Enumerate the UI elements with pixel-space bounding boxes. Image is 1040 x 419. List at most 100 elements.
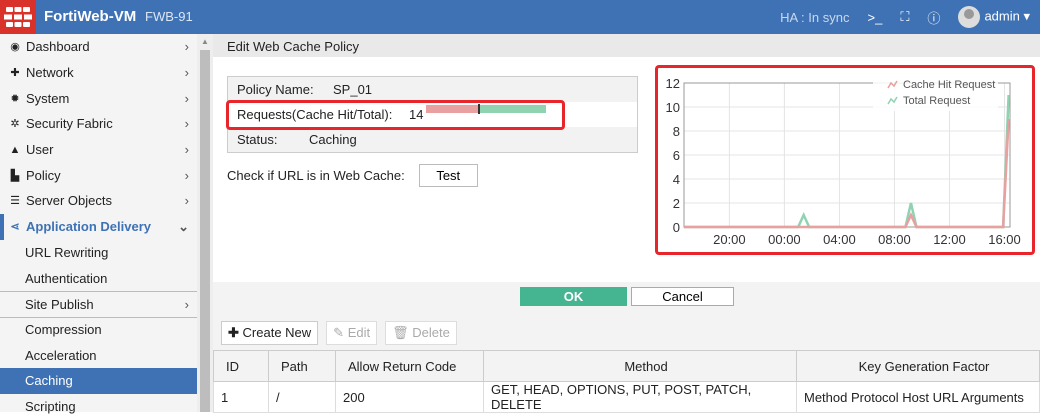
edit-label: Edit — [347, 325, 371, 340]
x-tick-label: 16:00 — [988, 232, 1021, 247]
pencil-icon: ✎ — [333, 325, 345, 340]
ha-label: HA : — [780, 9, 805, 25]
user-menu[interactable]: admin ▾ — [958, 6, 1030, 28]
fullscreen-icon[interactable]: ⛶ — [900, 9, 909, 25]
cell-path: / — [268, 381, 336, 413]
sidebar-item-security-fabric[interactable]: ✲ Security Fabric › — [0, 111, 197, 137]
delete-label: Delete — [412, 325, 450, 340]
chevron-right-icon: › — [184, 193, 189, 209]
y-tick-label: 0 — [673, 220, 680, 235]
sidebar-item-authentication[interactable]: Authentication — [0, 265, 197, 291]
help-icon[interactable]: ⓘ — [927, 8, 940, 27]
fabric-icon: ✲ — [10, 118, 20, 131]
chevron-right-icon: › — [184, 65, 189, 81]
cell-return-code: 200 — [335, 381, 484, 413]
column-header-method[interactable]: Method — [483, 350, 797, 382]
status-value: Caching — [309, 132, 357, 147]
sidebar-item-acceleration[interactable]: Acceleration — [0, 342, 197, 368]
sidebar-item-system[interactable]: ✹ System › — [0, 85, 197, 111]
x-tick-label: 12:00 — [933, 232, 966, 247]
policy-icon: ▙ — [10, 169, 20, 182]
x-tick-label: 00:00 — [768, 232, 801, 247]
gear-icon: ✹ — [10, 92, 20, 105]
product-name: FortiWeb-VM — [44, 8, 137, 25]
scroll-up-icon[interactable]: ▲ — [201, 37, 209, 46]
sidebar-item-application-delivery[interactable]: ⋖ Application Delivery ⌄ — [0, 213, 197, 240]
column-header-key-factor[interactable]: Key Generation Factor — [796, 350, 1040, 382]
policy-name-label: Policy Name: — [237, 82, 314, 97]
ok-button[interactable]: OK — [520, 287, 627, 306]
status-row: Status: Caching — [228, 127, 637, 152]
sidebar-item-url-rewriting[interactable]: URL Rewriting — [0, 240, 197, 266]
ha-value: In sync — [808, 9, 850, 25]
sidebar-item-label: Dashboard — [26, 39, 90, 55]
sidebar-item-label: Policy — [26, 167, 61, 183]
cancel-button[interactable]: Cancel — [631, 287, 734, 306]
sidebar-item-compression[interactable]: Compression — [0, 316, 197, 343]
form-actions: OK Cancel — [213, 282, 1040, 316]
y-tick-label: 2 — [673, 196, 680, 211]
series-line-cache-hit-request — [684, 118, 1010, 229]
table-header-row: ID Path Allow Return Code Method Key Gen… — [213, 350, 1040, 382]
test-button[interactable]: Test — [418, 164, 478, 187]
sidebar-scrollbar[interactable]: ▲ — [197, 34, 213, 412]
column-header-return-code[interactable]: Allow Return Code — [335, 350, 484, 382]
chevron-right-icon: › — [184, 90, 189, 106]
sidebar-item-server-objects[interactable]: ☰ Server Objects › — [0, 188, 197, 214]
y-tick-label: 8 — [673, 124, 680, 139]
page-title: Edit Web Cache Policy — [213, 34, 1040, 57]
sidebar-item-caching[interactable]: Caching — [0, 367, 197, 394]
series-line-total-request — [684, 94, 1010, 229]
column-header-id[interactable]: ID — [213, 350, 269, 382]
app-delivery-icon: ⋖ — [10, 221, 20, 234]
edit-button[interactable]: ✎ Edit — [326, 321, 378, 345]
request-chart: 0 2 4 6 8 10 12 20:00 00:00 04:00 08:00 12:00 16:00 C… — [666, 73, 1021, 247]
cell-id: 1 — [213, 381, 269, 413]
sidebar-item-scripting[interactable]: Scripting — [0, 394, 197, 419]
x-tick-label: 20:00 — [713, 232, 746, 247]
username: admin — [984, 8, 1020, 24]
top-bar: FortiWeb-VM FWB-91 HA : In sync >_ ⛶ ⓘ a… — [0, 0, 1040, 34]
chevron-right-icon: › — [184, 296, 189, 312]
fortinet-logo-icon[interactable] — [0, 0, 36, 34]
table-toolbar: ✚ Create New ✎ Edit 🗑 Delete — [213, 316, 1040, 350]
sidebar-item-label: URL Rewriting — [25, 244, 109, 260]
cli-console-icon[interactable]: >_ — [867, 10, 882, 25]
sidebar-item-label: Authentication — [25, 270, 108, 286]
create-new-button[interactable]: ✚ Create New — [221, 321, 319, 345]
sidebar-item-label: Acceleration — [25, 347, 97, 363]
sidebar-item-network[interactable]: ✚ Network › — [0, 60, 197, 86]
dashboard-icon: ◉ — [10, 41, 20, 54]
trash-icon: 🗑 — [392, 325, 409, 340]
column-header-path[interactable]: Path — [268, 350, 336, 382]
y-tick-label: 10 — [666, 100, 680, 115]
x-tick-label: 08:00 — [878, 232, 911, 247]
policy-name-row: Policy Name: SP_01 — [228, 77, 637, 102]
table-row[interactable]: 1 / 200 GET, HEAD, OPTIONS, PUT, POST, P… — [213, 381, 1040, 413]
avatar — [958, 6, 981, 28]
y-tick-label: 6 — [673, 148, 680, 163]
x-tick-label: 04:00 — [823, 232, 856, 247]
sidebar-item-policy[interactable]: ▙ Policy › — [0, 162, 197, 188]
chevron-right-icon: › — [184, 39, 189, 55]
scrollbar-thumb[interactable] — [200, 50, 210, 412]
sidebar-item-dashboard[interactable]: ◉ Dashboard › — [0, 34, 197, 60]
sidebar-item-label: Server Objects — [26, 193, 112, 209]
cache-rules-table: ID Path Allow Return Code Method Key Gen… — [213, 350, 1040, 413]
status-label: Status: — [237, 132, 278, 147]
create-new-label: Create New — [242, 325, 312, 340]
check-url-label: Check if URL is in Web Cache: — [227, 168, 405, 183]
y-tick-label: 12 — [666, 76, 680, 91]
sidebar-item-label: Caching — [25, 373, 73, 389]
server-icon: ☰ — [10, 195, 20, 208]
sidebar-item-label: Network — [26, 65, 74, 81]
delete-button[interactable]: 🗑 Delete — [385, 321, 457, 345]
chevron-right-icon: › — [184, 167, 189, 183]
legend-label: Cache Hit Request — [903, 79, 995, 91]
check-url-row: Check if URL is in Web Cache: Test — [227, 164, 478, 187]
cell-method: GET, HEAD, OPTIONS, PUT, POST, PATCH, DE… — [483, 381, 797, 413]
sidebar-item-site-publish[interactable]: Site Publish › — [0, 290, 197, 317]
sidebar-item-label: Site Publish — [25, 296, 94, 312]
plus-icon: ✚ — [228, 325, 239, 340]
sidebar-item-user[interactable]: ▲ User › — [0, 137, 197, 163]
